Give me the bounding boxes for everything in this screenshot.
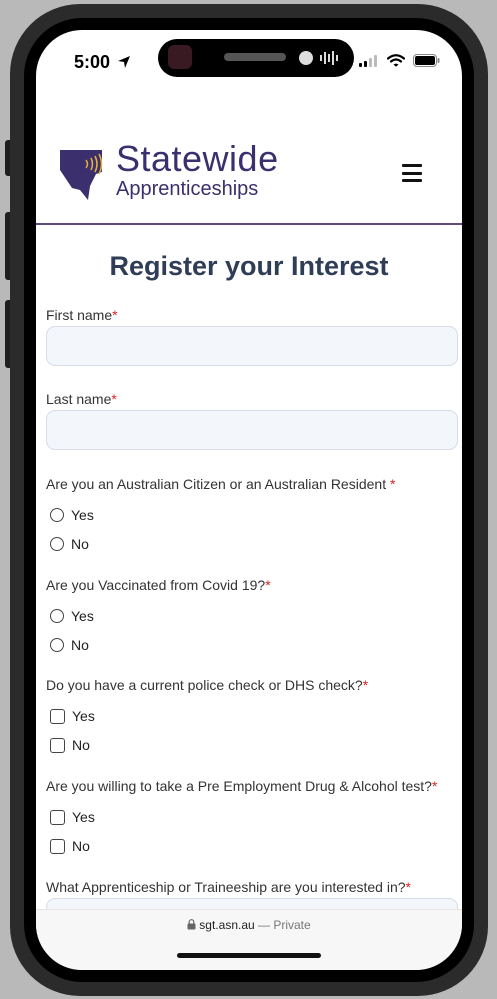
checkbox-icon [50, 838, 65, 854]
radio-icon [50, 537, 64, 551]
phone-frame: 5:00 Statewide Apprenticeships Register … [10, 4, 488, 996]
citizen-question-label: Are you an Australian Citizen or an Aust… [46, 476, 396, 492]
checkbox-icon [50, 809, 65, 825]
radio-icon [50, 609, 64, 623]
brand-name[interactable]: Statewide [116, 138, 279, 180]
status-time: 5:00 [74, 52, 131, 73]
police-check-yes-checkbox[interactable]: Yes [50, 708, 95, 724]
last-name-input[interactable] [46, 410, 458, 450]
first-name-input[interactable] [46, 326, 458, 366]
wifi-icon [387, 54, 405, 67]
police-check-no-checkbox[interactable]: No [50, 737, 90, 753]
browser-url-bar[interactable]: sgt.asn.au — Private [36, 909, 462, 970]
checkbox-icon [50, 737, 65, 753]
drug-test-question-label: Are you willing to take a Pre Employment… [46, 778, 438, 794]
site-header: Statewide Apprenticeships [36, 90, 462, 225]
citizen-no-radio[interactable]: No [50, 536, 89, 552]
home-indicator[interactable] [177, 953, 321, 958]
form-title: Register your Interest [109, 251, 389, 281]
checkbox-icon [50, 708, 65, 724]
drug-test-yes-checkbox[interactable]: Yes [50, 809, 95, 825]
phone-screen: 5:00 Statewide Apprenticeships Register … [36, 30, 462, 970]
lock-icon [187, 919, 196, 930]
apprenticeship-question-label: What Apprenticeship or Traineeship are y… [46, 879, 411, 895]
citizen-yes-radio[interactable]: Yes [50, 507, 94, 523]
first-name-label: First name* [46, 307, 118, 323]
brand-subtitle[interactable]: Apprenticeships [116, 178, 258, 201]
radio-icon [50, 508, 64, 522]
menu-icon[interactable] [402, 164, 422, 182]
statewide-logo-icon[interactable] [58, 142, 118, 204]
police-check-question-label: Do you have a current police check or DH… [46, 677, 369, 693]
vaccinated-yes-radio[interactable]: Yes [50, 608, 94, 624]
status-bar: 5:00 [36, 30, 462, 90]
activity-bar [224, 53, 286, 61]
radio-icon [50, 638, 64, 652]
cellular-signal-icon [359, 54, 377, 67]
status-icons [359, 54, 440, 67]
last-name-label: Last name* [46, 391, 117, 407]
camera-icon [168, 45, 192, 69]
dynamic-island [158, 39, 354, 77]
drug-test-no-checkbox[interactable]: No [50, 838, 90, 854]
battery-icon [413, 54, 440, 67]
location-arrow-icon [118, 56, 131, 68]
vaccinated-question-label: Are you Vaccinated from Covid 19?* [46, 577, 271, 593]
vaccinated-no-radio[interactable]: No [50, 637, 89, 653]
phone-bezel: 5:00 Statewide Apprenticeships Register … [24, 18, 474, 982]
audio-waveform-icon [299, 51, 338, 65]
url-display[interactable]: sgt.asn.au — Private [36, 918, 462, 932]
